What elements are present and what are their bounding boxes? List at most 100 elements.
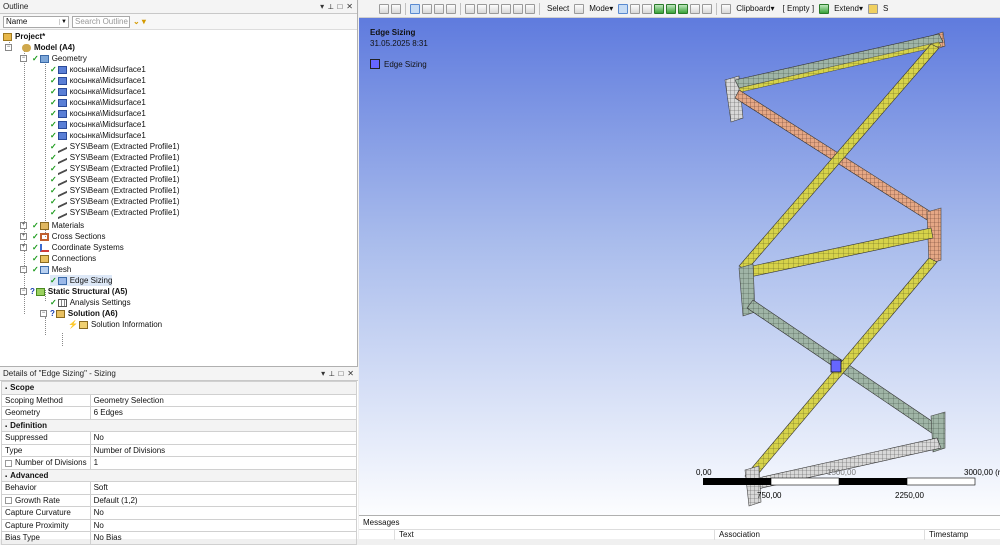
tree-static-structural[interactable]: ? Static Structural (A5) — [30, 286, 127, 297]
details-row[interactable]: Bias Type No Bias — [1, 531, 358, 545]
cross-section-icon[interactable] — [446, 3, 456, 14]
select-body-icon[interactable] — [654, 3, 665, 14]
parameter-checkbox[interactable] — [5, 459, 12, 467]
select-element-icon[interactable] — [690, 3, 701, 14]
truss-structure[interactable] — [724, 31, 946, 507]
rotate-icon[interactable] — [465, 3, 475, 14]
collapse-geometry-icon[interactable]: − — [20, 55, 27, 62]
details-row[interactable]: Behavior Soft — [1, 481, 358, 495]
details-row[interactable]: Geometry 6 Edges — [1, 406, 358, 420]
tree-beam[interactable]: ✓ SYS\Beam (Extracted Profile1) — [50, 173, 180, 186]
tree-geometry[interactable]: ✓ Geometry — [32, 53, 87, 64]
tree-model[interactable]: Model (A4) — [22, 42, 75, 53]
select-label[interactable]: Select — [544, 4, 572, 13]
details-row[interactable]: Number of Divisions 1 — [1, 456, 358, 470]
details-section[interactable]: ▪ Advanced — [1, 468, 357, 482]
show-mesh-icon[interactable] — [410, 3, 420, 14]
extend-icon[interactable] — [819, 3, 830, 14]
tree-surface[interactable]: ✓ косынка\Midsurface1 — [50, 97, 146, 108]
collapse-mesh-icon[interactable]: − — [20, 266, 27, 273]
tree-coordinate-systems[interactable]: ✓ Coordinate Systems — [32, 242, 124, 253]
outline-search-input[interactable]: Search Outline — [72, 15, 130, 28]
box-zoom-icon[interactable] — [501, 3, 511, 14]
expand-collapse-icon[interactable]: ⌄ ▾ — [133, 17, 146, 26]
details-row[interactable]: Capture Curvature No — [1, 506, 358, 520]
details-value[interactable]: Number of Divisions — [89, 443, 358, 457]
select-vertex-icon[interactable] — [618, 3, 629, 14]
zoom-icon[interactable] — [489, 3, 499, 14]
details-value[interactable]: No — [89, 518, 358, 532]
details-value[interactable]: No — [89, 431, 358, 445]
details-value[interactable]: No — [89, 506, 358, 520]
close-icon[interactable]: ✕ — [347, 369, 354, 379]
clipboard-dropdown[interactable]: Clipboard▾ — [733, 4, 777, 13]
tree-beam[interactable]: ✓ SYS\Beam (Extracted Profile1) — [50, 184, 180, 197]
maximize-icon[interactable]: □ — [338, 369, 343, 379]
model-graphics[interactable]: 0,00 1500,00 3000,00 (r 750,00 2250,00 — [359, 18, 1000, 515]
magnifier-icon[interactable] — [525, 3, 535, 14]
details-row[interactable]: Suppressed No — [1, 431, 358, 445]
tree-surface[interactable]: ✓ косынка\Midsurface1 — [50, 108, 146, 119]
collapse-model-icon[interactable]: − — [5, 44, 12, 51]
expand-cross-sections-icon[interactable]: + — [20, 233, 27, 240]
collapse-icon[interactable]: ▪ — [5, 474, 7, 480]
extend-selection-icon[interactable] — [702, 3, 713, 14]
pin-icon[interactable]: ⟂ — [328, 2, 333, 12]
mode-dropdown[interactable]: Mode▾ — [586, 4, 616, 13]
select-node-icon[interactable] — [666, 3, 677, 14]
tree-mesh[interactable]: ✓ Mesh — [32, 264, 71, 275]
details-section[interactable]: ▪ Scope — [1, 381, 357, 395]
graphics-viewport[interactable]: Edge Sizing 31.05.2025 8:31 Edge Sizing — [359, 18, 1000, 515]
pan-icon[interactable] — [477, 3, 487, 14]
details-value[interactable]: Default (1,2) — [89, 493, 358, 507]
select-face-icon[interactable] — [642, 3, 653, 14]
close-icon[interactable]: ✕ — [346, 2, 353, 12]
zoom-out-icon[interactable] — [391, 3, 401, 14]
details-value[interactable]: 1 — [89, 456, 358, 470]
parameter-checkbox[interactable] — [5, 497, 12, 505]
collapse-icon[interactable]: ▪ — [5, 386, 7, 392]
details-value[interactable]: 6 Edges — [89, 406, 358, 420]
maximize-icon[interactable]: □ — [337, 2, 342, 12]
select-element-face-icon[interactable] — [678, 3, 689, 14]
tree-beam[interactable]: ✓ SYS\Beam (Extracted Profile1) — [50, 206, 180, 219]
wireframe-icon[interactable] — [434, 3, 444, 14]
extend-dropdown[interactable]: Extend▾ — [831, 4, 866, 13]
tree-beam[interactable]: ✓ SYS\Beam (Extracted Profile1) — [50, 151, 180, 164]
toolbar-overflow-label[interactable]: S — [880, 4, 891, 13]
zoom-in-icon[interactable] — [379, 3, 389, 14]
zoom-to-fit-icon[interactable] — [513, 3, 523, 14]
tree-surface[interactable]: ✓ косынка\Midsurface1 — [50, 130, 146, 141]
tree-materials[interactable]: ✓ Materials — [32, 220, 84, 231]
collapse-static-structural-icon[interactable]: − — [20, 288, 27, 295]
details-value[interactable]: No Bias — [89, 531, 358, 545]
outline-filter-select[interactable]: Name ▼ — [3, 15, 69, 28]
details-value[interactable]: Geometry Selection — [89, 393, 358, 407]
tree-beam[interactable]: ✓ SYS\Beam (Extracted Profile1) — [50, 162, 180, 175]
tree-cross-sections[interactable]: ✓ Cross Sections — [32, 231, 106, 242]
tree-beam[interactable]: ✓ SYS\Beam (Extracted Profile1) — [50, 140, 180, 153]
select-cursor-icon[interactable] — [574, 3, 585, 14]
collapse-icon[interactable]: ▪ — [5, 424, 7, 430]
details-value[interactable]: Soft — [89, 481, 358, 495]
tree-surface[interactable]: ✓ косынка\Midsurface1 — [50, 64, 146, 75]
tree-beam[interactable]: ✓ SYS\Beam (Extracted Profile1) — [50, 195, 180, 208]
tree-surface[interactable]: ✓ косынка\Midsurface1 — [50, 75, 146, 86]
expand-materials-icon[interactable]: + — [20, 222, 27, 229]
tree-solution-information[interactable]: ⚡ Solution Information — [68, 319, 162, 330]
dropdown-arrow-icon[interactable]: ▾ — [321, 369, 325, 379]
tree-analysis-settings[interactable]: ✓ Analysis Settings — [50, 297, 131, 308]
details-row[interactable]: Growth Rate Default (1,2) — [1, 493, 358, 507]
tree-project[interactable]: Project* — [3, 31, 45, 42]
details-row[interactable]: Scoping Method Geometry Selection — [1, 393, 358, 407]
details-row[interactable]: Capture Proximity No — [1, 518, 358, 532]
show-vertices-icon[interactable] — [422, 3, 432, 14]
dropdown-arrow-icon[interactable]: ▾ — [320, 2, 324, 12]
tree-surface[interactable]: ✓ косынка\Midsurface1 — [50, 119, 146, 130]
selection-tools-icon[interactable] — [868, 3, 879, 14]
collapse-solution-icon[interactable]: − — [40, 310, 47, 317]
details-row[interactable]: Type Number of Divisions — [1, 443, 358, 457]
details-section[interactable]: ▪ Definition — [1, 418, 357, 432]
pin-icon[interactable]: ⟂ — [329, 369, 334, 379]
clipboard-icon[interactable] — [721, 3, 732, 14]
